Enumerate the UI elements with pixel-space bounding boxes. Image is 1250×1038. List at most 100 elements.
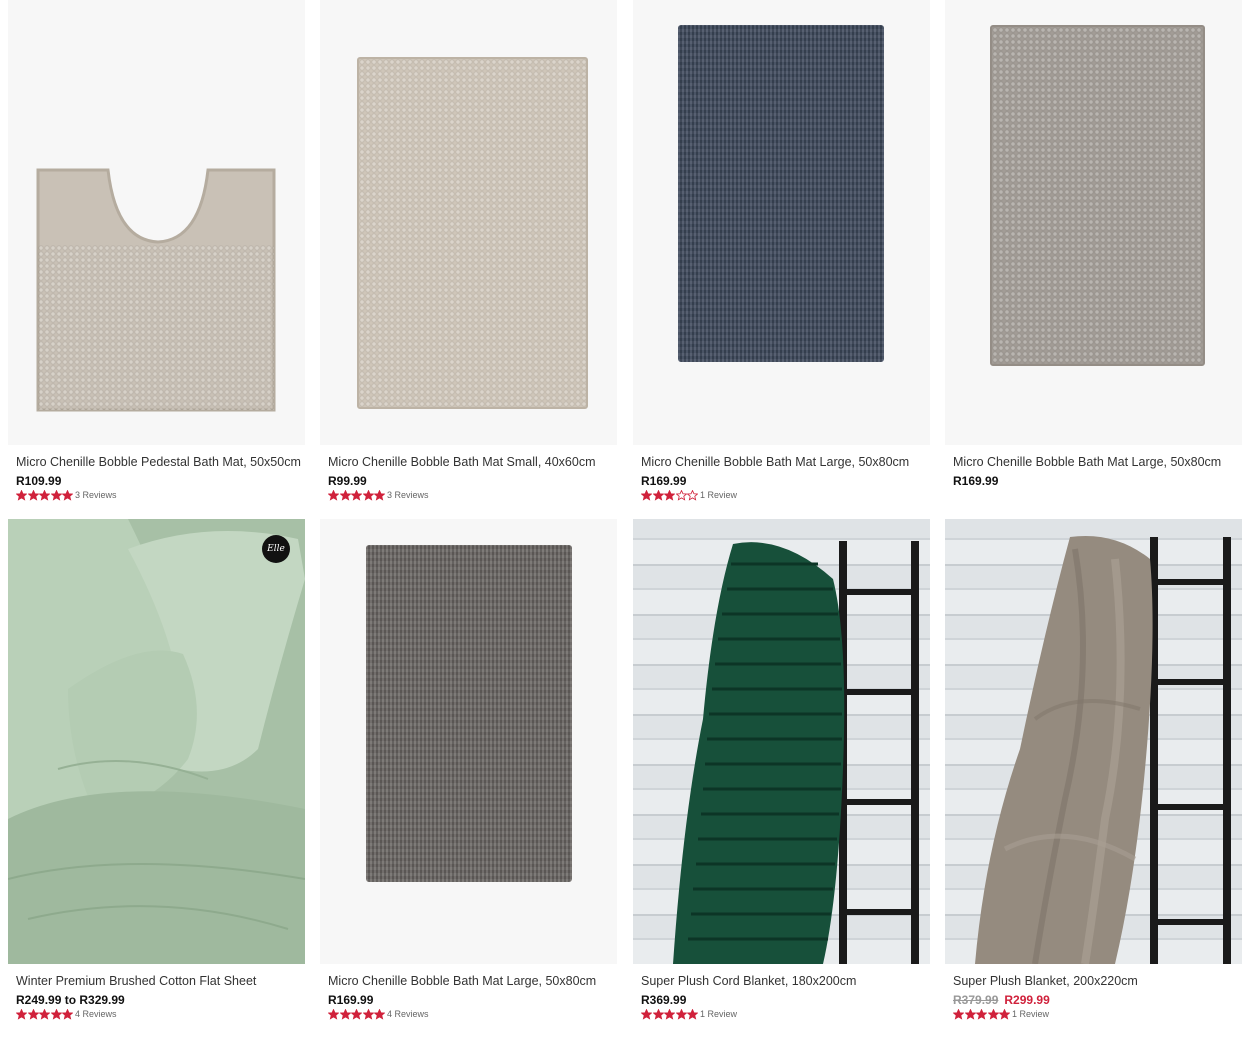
product-name[interactable]: Micro Chenille Bobble Bath Mat Large, 50… (328, 974, 596, 988)
product-image[interactable] (945, 0, 1242, 445)
mat-texture (38, 245, 274, 410)
product-rating[interactable]: 1 Review (641, 489, 737, 501)
star-filled-icon (976, 1008, 988, 1020)
product-price: R99.99 (328, 474, 367, 488)
brand-badge: Elle (262, 535, 290, 563)
star-empty-icon (675, 489, 687, 501)
product-price: R169.99 (641, 474, 687, 488)
star-rating (16, 1008, 74, 1020)
star-filled-icon (664, 489, 676, 501)
product-name[interactable]: Super Plush Blanket, 200x220cm (953, 974, 1138, 988)
taupe-plush-blanket-image (975, 535, 1231, 964)
star-filled-icon (39, 489, 51, 501)
star-filled-icon (328, 1008, 339, 1020)
product-grid: Micro Chenille Bobble Pedestal Bath Mat,… (0, 0, 1250, 1038)
product-rating[interactable]: 1 Review (641, 1008, 737, 1020)
star-filled-icon (339, 489, 351, 501)
star-filled-icon (16, 489, 27, 501)
star-filled-icon (953, 1008, 964, 1020)
star-filled-icon (374, 1008, 386, 1020)
product-price: R379.99 R299.99 (953, 993, 1050, 1007)
product-card[interactable]: Super Plush Cord Blanket, 180x200cm R369… (633, 519, 930, 1020)
star-filled-icon (50, 1008, 62, 1020)
review-count: 4 Reviews (74, 1009, 117, 1019)
product-price: R369.99 (641, 993, 687, 1007)
star-filled-icon (652, 489, 664, 501)
star-filled-icon (374, 489, 386, 501)
review-count: 3 Reviews (74, 490, 117, 500)
star-filled-icon (652, 1008, 664, 1020)
star-empty-icon (687, 489, 699, 501)
star-filled-icon (16, 1008, 27, 1020)
original-price: R379.99 (953, 993, 999, 1007)
review-count: 3 Reviews (386, 490, 429, 500)
star-filled-icon (62, 489, 74, 501)
product-card[interactable]: Micro Chenille Bobble Pedestal Bath Mat,… (8, 0, 305, 501)
product-name[interactable]: Winter Premium Brushed Cotton Flat Sheet (16, 974, 256, 988)
product-image[interactable] (320, 519, 617, 964)
product-rating[interactable]: 1 Review (953, 1008, 1049, 1020)
star-filled-icon (27, 489, 39, 501)
star-rating (641, 489, 699, 501)
star-rating (953, 1008, 1011, 1020)
star-rating (328, 489, 386, 501)
star-filled-icon (641, 1008, 652, 1020)
product-price: R249.99 to R329.99 (16, 993, 125, 1007)
star-filled-icon (351, 1008, 363, 1020)
star-filled-icon (362, 1008, 374, 1020)
review-count: 1 Review (699, 490, 737, 500)
product-name[interactable]: Super Plush Cord Blanket, 180x200cm (641, 974, 856, 988)
star-filled-icon (328, 489, 339, 501)
star-filled-icon (641, 489, 652, 501)
review-count: 4 Reviews (386, 1009, 429, 1019)
product-image[interactable] (320, 0, 617, 445)
product-name[interactable]: Micro Chenille Bobble Pedestal Bath Mat,… (16, 455, 301, 469)
star-filled-icon (687, 1008, 699, 1020)
product-rating[interactable]: 3 Reviews (328, 489, 428, 501)
product-card[interactable]: Micro Chenille Bobble Bath Mat Large, 50… (945, 0, 1242, 488)
star-filled-icon (999, 1008, 1011, 1020)
bath-mat-beige-image (357, 57, 588, 409)
product-rating[interactable]: 3 Reviews (16, 489, 116, 501)
product-image[interactable] (633, 519, 930, 964)
star-filled-icon (675, 1008, 687, 1020)
bath-mat-grey-image (990, 25, 1205, 366)
star-rating (16, 489, 74, 501)
star-filled-icon (339, 1008, 351, 1020)
star-filled-icon (664, 1008, 676, 1020)
star-filled-icon (362, 489, 374, 501)
product-image[interactable]: Elle (8, 519, 305, 964)
bath-mat-charcoal-image (366, 545, 572, 882)
star-rating (328, 1008, 386, 1020)
star-filled-icon (39, 1008, 51, 1020)
product-price: R169.99 (953, 474, 999, 488)
star-filled-icon (27, 1008, 39, 1020)
product-card[interactable]: Elle Winter Premium Brushed Cotton Flat … (8, 519, 305, 1020)
review-count: 1 Review (699, 1009, 737, 1019)
product-name[interactable]: Micro Chenille Bobble Bath Mat Large, 50… (641, 455, 909, 469)
star-filled-icon (50, 489, 62, 501)
sale-price: R299.99 (1004, 993, 1050, 1007)
product-image[interactable] (8, 0, 305, 445)
product-price: R109.99 (16, 474, 62, 488)
product-rating[interactable]: 4 Reviews (16, 1008, 116, 1020)
star-filled-icon (62, 1008, 74, 1020)
product-card[interactable]: Micro Chenille Bobble Bath Mat Large, 50… (633, 0, 930, 501)
green-cord-blanket-image (673, 541, 919, 964)
product-name[interactable]: Micro Chenille Bobble Bath Mat Large, 50… (953, 455, 1221, 469)
star-filled-icon (964, 1008, 976, 1020)
star-filled-icon (987, 1008, 999, 1020)
product-image[interactable] (945, 519, 1242, 964)
bath-mat-navy-image (678, 25, 884, 362)
product-card[interactable]: Micro Chenille Bobble Bath Mat Large, 50… (320, 519, 617, 1020)
sage-sheet-image (8, 519, 305, 964)
review-count: 1 Review (1011, 1009, 1049, 1019)
product-price: R169.99 (328, 993, 374, 1007)
product-card[interactable]: Micro Chenille Bobble Bath Mat Small, 40… (320, 0, 617, 501)
star-rating (641, 1008, 699, 1020)
product-card[interactable]: Super Plush Blanket, 200x220cm R379.99 R2… (945, 519, 1242, 1020)
star-filled-icon (351, 489, 363, 501)
product-image[interactable] (633, 0, 930, 445)
product-rating[interactable]: 4 Reviews (328, 1008, 428, 1020)
product-name[interactable]: Micro Chenille Bobble Bath Mat Small, 40… (328, 455, 595, 469)
